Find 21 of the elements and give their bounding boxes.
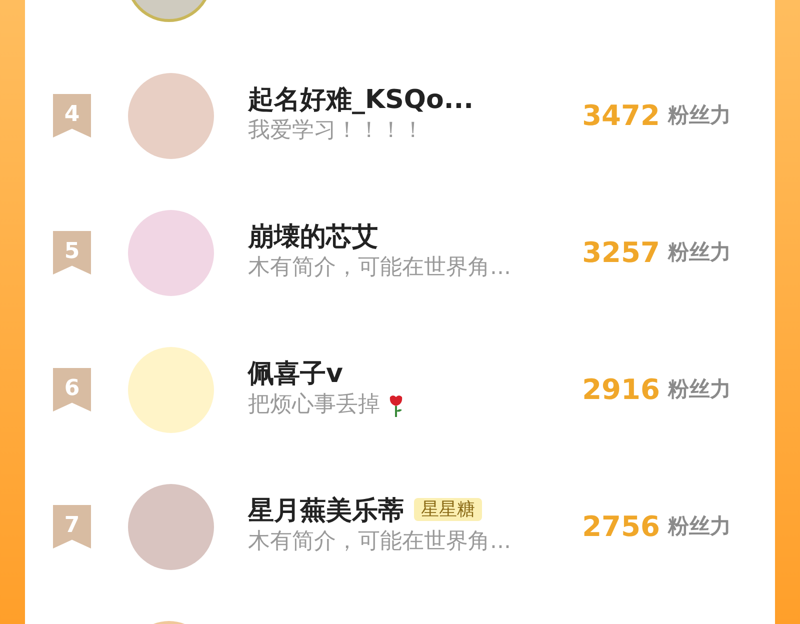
score-value: 3257 [582, 234, 660, 270]
score-label: 粉丝力 [668, 376, 731, 403]
user-name: 起名好难_KSQo... [248, 84, 474, 115]
user-name: 星月蕪美乐蒂 [248, 496, 404, 526]
user-bio: 木有简介，可能在世界角... [248, 528, 511, 556]
rank-badge: 6 [53, 368, 91, 412]
rank-badge: 7 [53, 504, 91, 548]
score-label: 粉丝力 [668, 512, 731, 540]
user-bio: 把烦心事丢掉 [248, 391, 380, 420]
user-bio: 我爱学习！！！！ [248, 117, 424, 146]
user-name: 佩喜子v [248, 358, 343, 389]
user-bio: 木有简介，可能在世界角... [248, 254, 511, 282]
score-value: 2756 [582, 508, 660, 544]
score-label: 粉丝力 [668, 238, 731, 266]
user-tag: 星星糖 [414, 498, 482, 521]
score-label: 粉丝力 [668, 102, 731, 129]
rank-badge: 5 [53, 230, 91, 274]
rank-badge: 4 [53, 94, 91, 138]
user-name: 崩壊的芯艾 [248, 222, 378, 252]
score-value: 2916 [582, 372, 660, 408]
score-value: 3472 [582, 98, 660, 134]
